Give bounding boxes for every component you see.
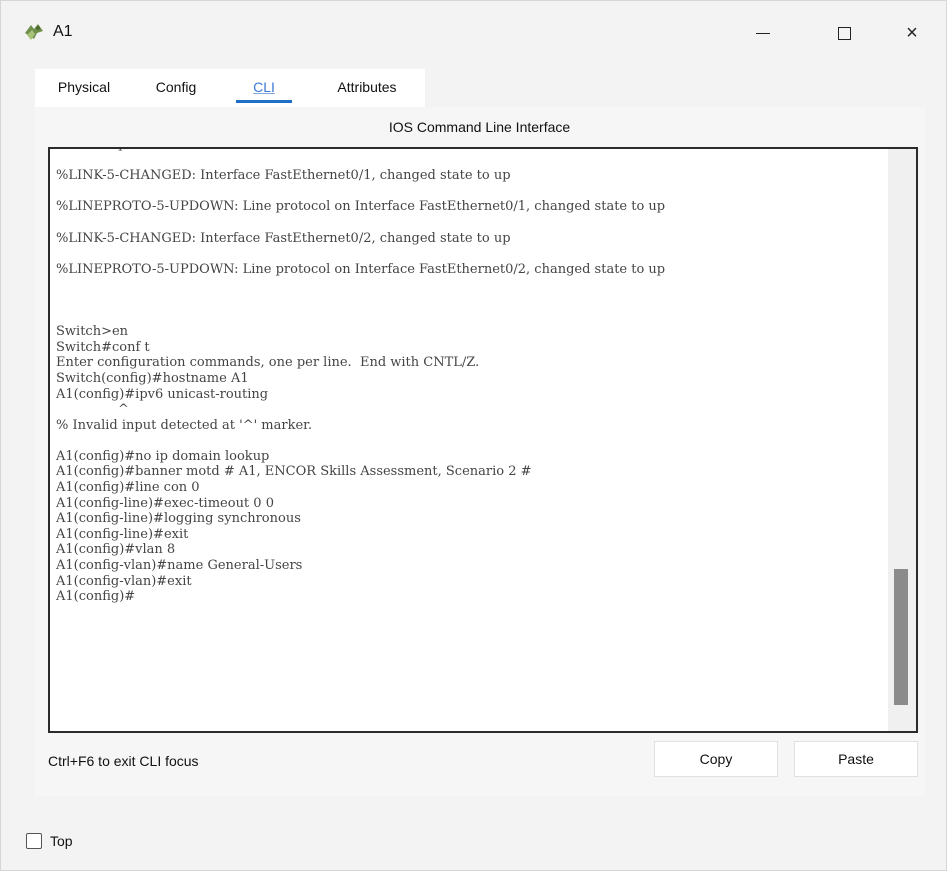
cli-line: Enter configuration commands, one per li… [56,355,480,371]
cli-line: A1(config-line)#exit [56,526,189,542]
cli-console[interactable]: state to up%LINK-5-CHANGED: Interface Fa… [48,147,918,733]
cli-line [56,309,886,325]
cli-scrollbar[interactable] [888,149,916,731]
maximize-icon [837,26,851,40]
tab-physical[interactable]: Physical [35,69,133,107]
cli-line: A1(config)#no ip domain lookup [56,448,270,464]
cli-line: Switch>en [56,324,129,340]
cli-line [56,433,886,449]
tab-config[interactable]: Config [133,69,219,107]
cli-line: A1(config-vlan)#name General-Users [56,558,303,574]
cli-line: A1(config)#vlan 8 [56,542,176,558]
cli-line: Switch(config)#hostname A1 [56,370,249,386]
minimize-button[interactable] [740,11,786,55]
cli-line: A1(config-line)#exec-timeout 0 0 [56,495,274,511]
cli-line: A1(config)# [56,589,136,605]
active-tab-indicator [236,100,292,103]
cli-focus-hint: Ctrl+F6 to exit CLI focus [48,753,199,769]
cli-line: %LINK-5-CHANGED: Interface FastEthernet0… [56,230,511,246]
top-checkbox-label: Top [50,833,73,849]
tab-label: Config [155,79,197,95]
cli-output[interactable]: state to up%LINK-5-CHANGED: Interface Fa… [56,149,886,605]
tab-label: CLI [253,79,275,95]
cli-line [56,293,886,309]
tab-cli[interactable]: CLI [219,69,309,107]
cli-heading: IOS Command Line Interface [388,119,571,135]
cli-line [56,215,886,231]
tab-label: Attributes [337,79,397,95]
tab-attributes[interactable]: Attributes [309,69,425,107]
cli-line: ^ [56,402,129,418]
cli-line [56,184,886,200]
cli-line: A1(config)#ipv6 unicast-routing [56,386,269,402]
top-checkbox[interactable] [26,833,42,849]
cli-line [56,246,886,262]
close-button[interactable]: × [889,11,935,55]
cli-line: %LINK-5-CHANGED: Interface FastEthernet0… [56,168,511,184]
device-window: A1 × Physical Config CLI Attributes IOS … [0,0,947,871]
minimize-icon [756,32,770,34]
paste-button[interactable]: Paste [794,741,918,777]
cli-line: %LINEPROTO-5-UPDOWN: Line protocol on In… [56,199,666,215]
cli-line: A1(config-line)#logging synchronous [56,511,301,527]
cli-line: A1(config-vlan)#exit [56,573,192,589]
cli-line: % Invalid input detected at '^' marker. [56,417,313,433]
scrollbar-thumb[interactable] [894,569,908,705]
maximize-button[interactable] [821,11,867,55]
top-option[interactable]: Top [26,833,73,849]
cli-line: A1(config)#banner motd # A1, ENCOR Skill… [56,464,532,480]
copy-button[interactable]: Copy [654,741,778,777]
cli-line: %LINEPROTO-5-UPDOWN: Line protocol on In… [56,261,666,277]
cli-line [56,153,886,169]
router-device-icon [25,24,43,40]
cli-panel: IOS Command Line Interface state to up%L… [34,107,925,796]
cli-line: Switch#conf t [56,339,150,355]
cli-line [56,277,886,293]
tab-label: Physical [57,79,111,95]
window-title: A1 [53,23,73,40]
cli-line: A1(config)#line con 0 [56,480,200,496]
close-icon: × [906,21,918,44]
title-bar[interactable]: A1 × [1,1,946,63]
